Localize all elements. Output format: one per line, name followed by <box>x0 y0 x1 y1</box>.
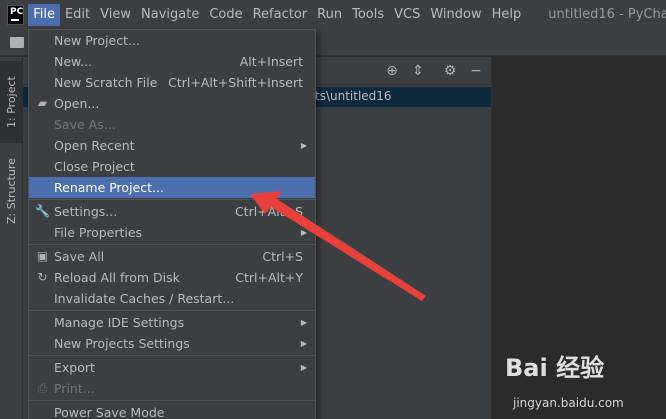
watermark-logo: Bai 经验 <box>505 354 605 382</box>
baidu-watermark: Bai 经验 jingyan.baidu.com <box>505 348 660 416</box>
watermark-url: jingyan.baidu.com <box>513 396 624 410</box>
annotation-arrow-shape <box>250 191 426 301</box>
